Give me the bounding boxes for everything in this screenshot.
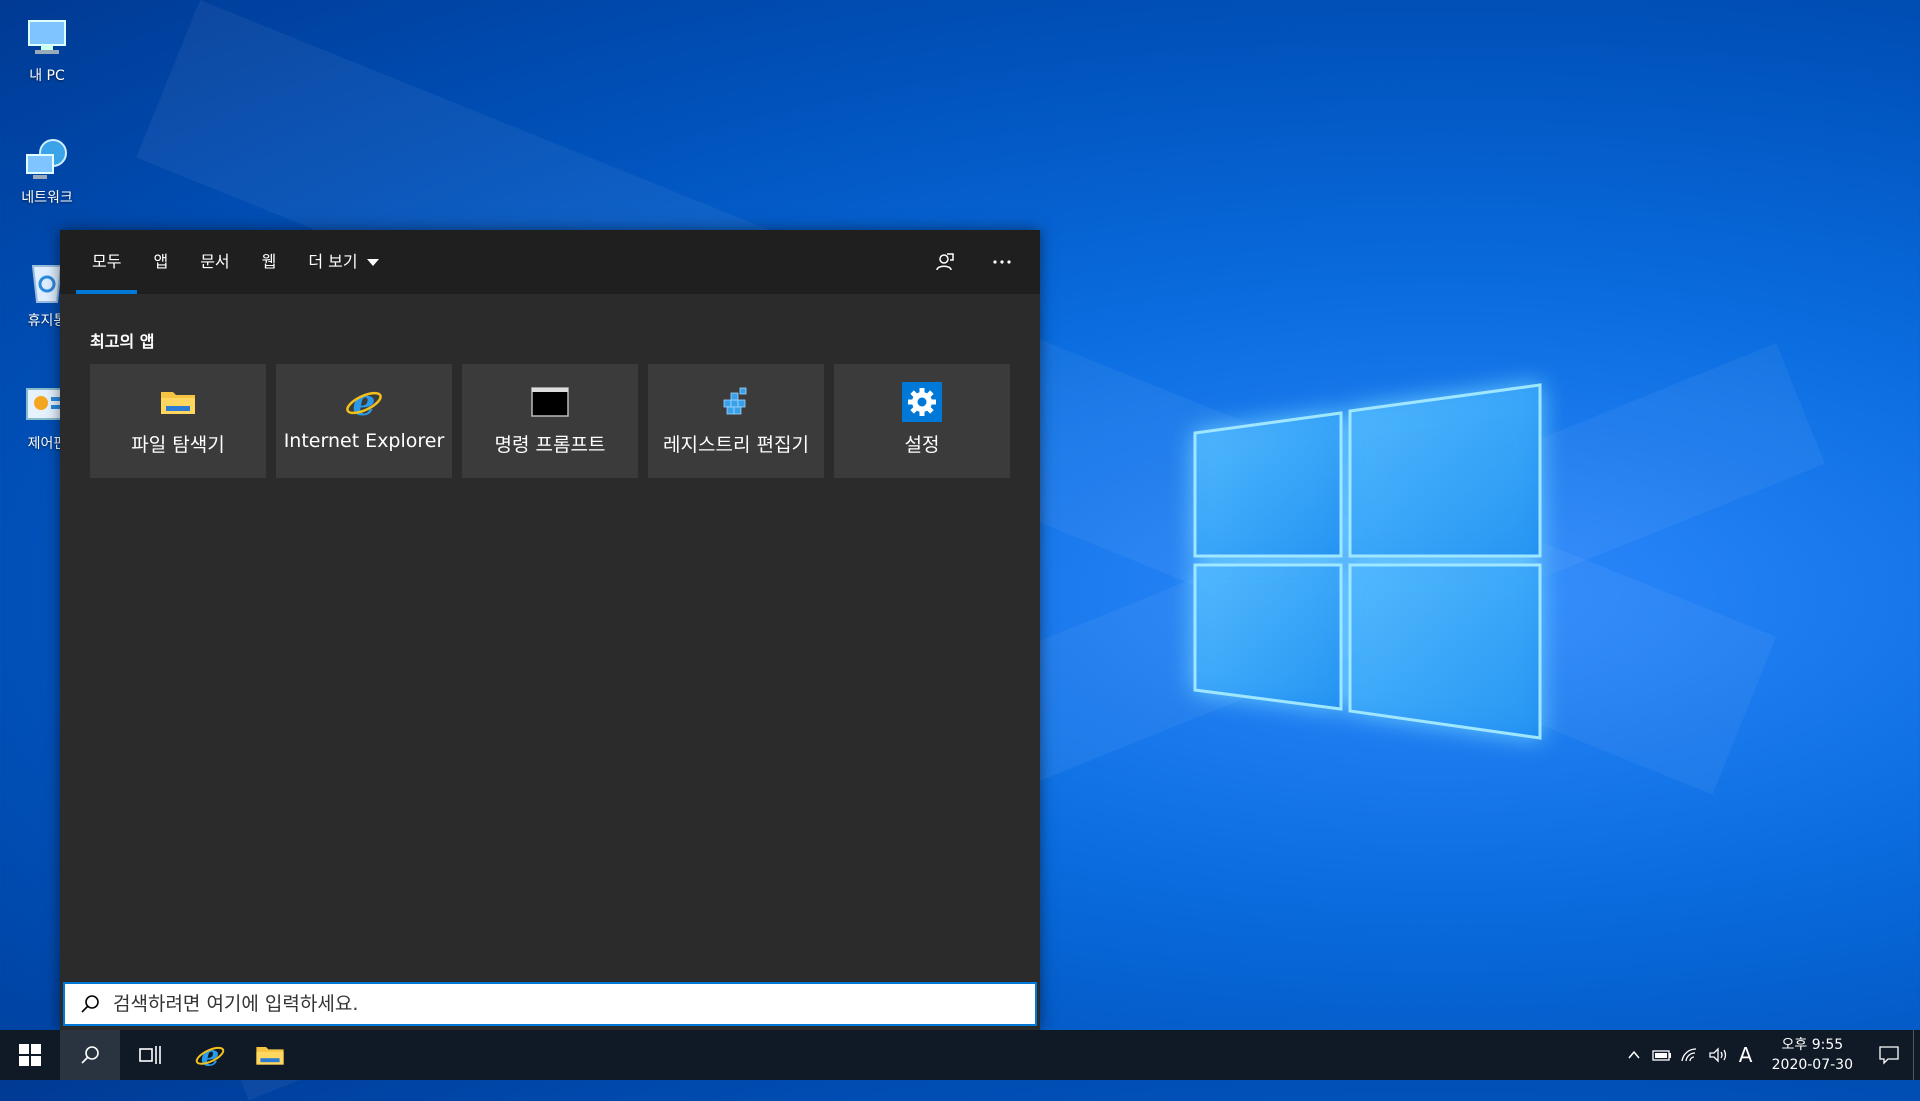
ellipsis-icon — [993, 260, 1011, 264]
tab-label: 모두 — [92, 252, 122, 271]
svg-text:e: e — [201, 1039, 219, 1071]
internet-explorer-icon: e — [346, 382, 382, 422]
clock-time: 오후 9:55 — [1781, 1037, 1844, 1053]
action-center-button[interactable] — [1865, 1030, 1913, 1080]
feedback-button[interactable] — [926, 244, 962, 280]
file-explorer-icon — [256, 1047, 284, 1065]
show-hidden-icons-button[interactable] — [1620, 1030, 1648, 1080]
search-filter-tabs: 모두 앱 문서 웹 더 보기 — [76, 230, 395, 294]
search-panel: 모두 앱 문서 웹 더 보기 최고의 앱 파일 탐색기 e Internet E… — [60, 230, 1040, 1030]
registry-editor-icon — [723, 387, 747, 415]
battery-button[interactable] — [1648, 1030, 1676, 1080]
desktop-icon-my-pc[interactable]: 내 PC — [8, 5, 86, 85]
computer-icon — [23, 13, 71, 61]
tab-more-dropdown[interactable]: 더 보기 — [292, 230, 394, 294]
system-tray: A 오후 9:55 2020-07-30 — [1620, 1030, 1920, 1080]
tab-label: 앱 — [153, 252, 169, 271]
top-apps-list: 파일 탐색기 e Internet Explorer 명령 프롬프트 레지스트리… — [90, 364, 1010, 478]
app-tile-label: 파일 탐색기 — [131, 434, 225, 456]
clock[interactable]: 오후 9:55 2020-07-30 — [1760, 1035, 1865, 1075]
more-options-button[interactable] — [984, 244, 1020, 280]
tab-label: 문서 — [200, 252, 230, 271]
caret-down-icon — [366, 259, 379, 266]
desktop-icon-label: 네트워크 — [21, 190, 73, 206]
app-tile-label: 설정 — [904, 434, 940, 456]
tab-all[interactable]: 모두 — [76, 230, 138, 294]
search-icon — [75, 989, 105, 1019]
search-input[interactable] — [111, 992, 1035, 1016]
app-tile-settings[interactable]: 설정 — [834, 364, 1010, 478]
clock-date: 2020-07-30 — [1771, 1057, 1853, 1073]
network-icon — [23, 135, 71, 183]
battery-icon — [1651, 1050, 1671, 1061]
desktop-icon-network[interactable]: 네트워크 — [8, 127, 86, 207]
taskbar: e A 오후 9:55 2020-07-30 — [0, 1030, 1920, 1080]
show-desktop-button[interactable] — [1913, 1030, 1920, 1080]
app-tile-registry-editor[interactable]: 레지스트리 편집기 — [648, 364, 824, 478]
section-title-top-apps: 최고의 앱 — [90, 332, 155, 351]
search-panel-header: 모두 앱 문서 웹 더 보기 — [60, 230, 1040, 294]
notification-icon — [1879, 1046, 1899, 1065]
chevron-up-icon — [1628, 1050, 1640, 1059]
app-tile-file-explorer[interactable]: 파일 탐색기 — [90, 364, 266, 478]
search-icon — [81, 1046, 99, 1064]
internet-explorer-icon: e — [195, 1039, 225, 1071]
app-tile-command-prompt[interactable]: 명령 프롬프트 — [462, 364, 638, 478]
app-tile-label: Internet Explorer — [283, 430, 445, 452]
app-tile-internet-explorer[interactable]: e Internet Explorer — [276, 364, 452, 478]
tab-label: 더 보기 — [308, 252, 358, 271]
settings-gear-icon — [902, 382, 942, 422]
tab-label: 웹 — [261, 252, 277, 271]
network-button[interactable] — [1676, 1030, 1704, 1080]
input-method-indicator[interactable]: A — [1732, 1030, 1760, 1080]
task-view-icon — [139, 1046, 161, 1064]
task-view-button[interactable] — [120, 1030, 180, 1080]
svg-text:e: e — [353, 382, 376, 422]
windows-start-icon — [19, 1044, 41, 1066]
taskbar-search-button[interactable] — [60, 1030, 120, 1080]
tab-web[interactable]: 웹 — [246, 230, 293, 294]
app-tile-label: 명령 프롬프트 — [494, 434, 606, 456]
desktop-icon-label: 내 PC — [29, 68, 65, 84]
file-explorer-icon — [161, 392, 195, 414]
app-tile-label: 레지스트리 편집기 — [663, 434, 809, 456]
search-box[interactable] — [63, 982, 1037, 1026]
speaker-icon — [1708, 1047, 1726, 1063]
tab-apps[interactable]: 앱 — [137, 230, 184, 294]
command-prompt-icon — [531, 387, 569, 417]
wifi-icon — [1680, 1048, 1696, 1062]
taskbar-file-explorer[interactable] — [240, 1030, 300, 1080]
tab-documents[interactable]: 문서 — [184, 230, 245, 294]
feedback-icon — [936, 253, 954, 271]
start-button[interactable] — [0, 1030, 60, 1080]
volume-button[interactable] — [1704, 1030, 1732, 1080]
taskbar-internet-explorer[interactable]: e — [180, 1030, 240, 1080]
